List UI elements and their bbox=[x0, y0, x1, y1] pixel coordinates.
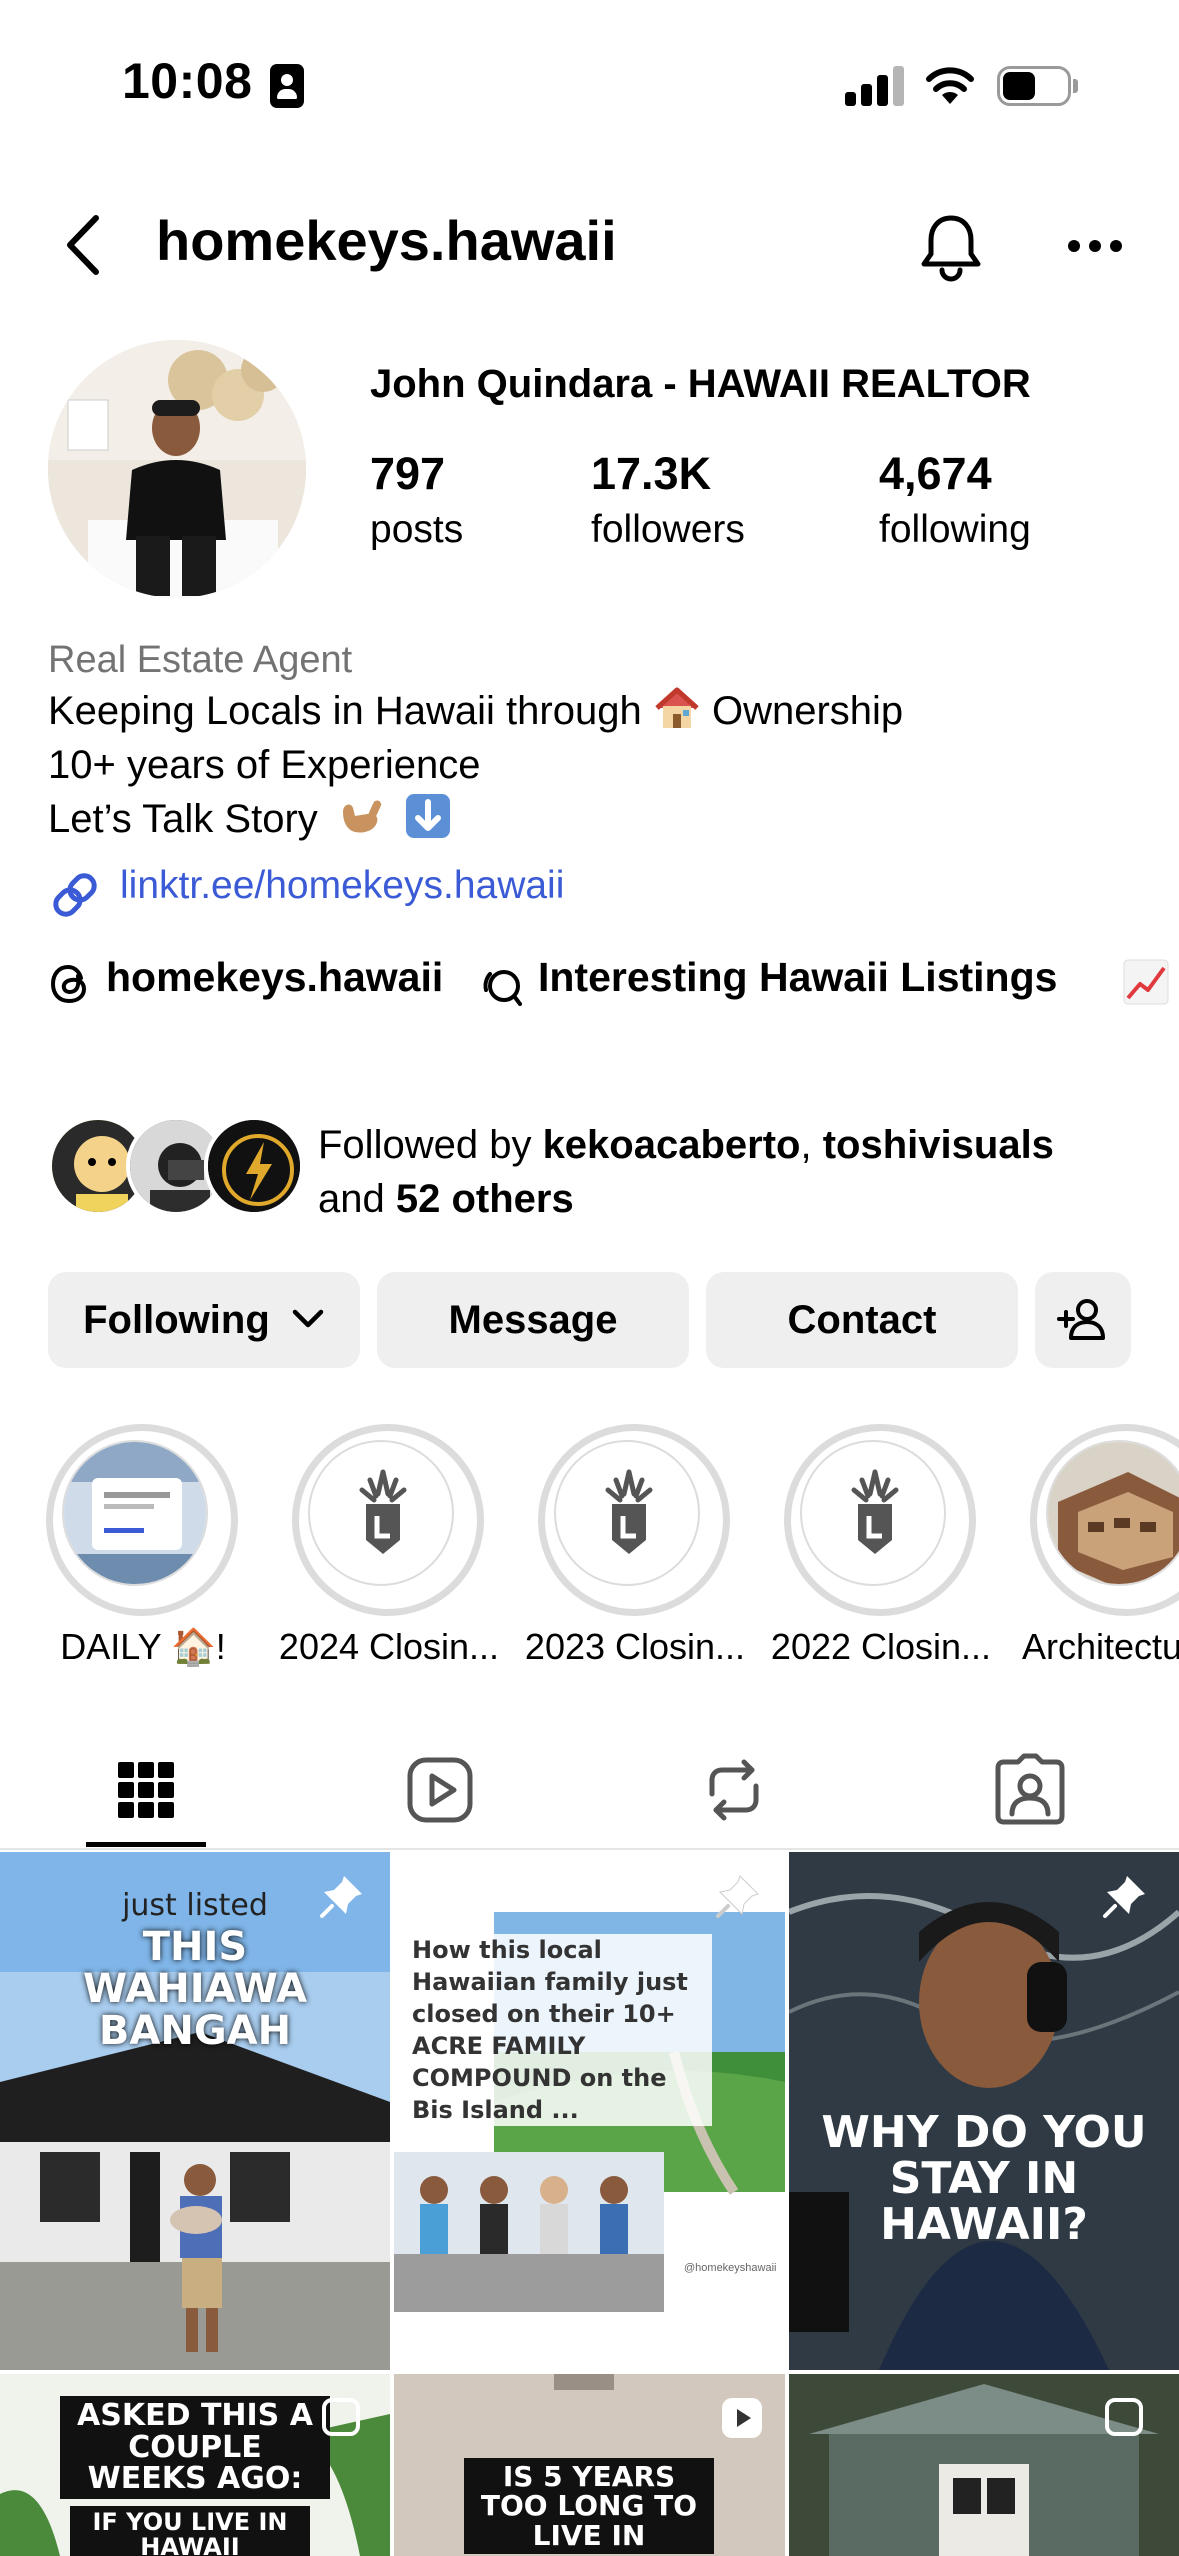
status-bar: 10:08 bbox=[0, 0, 1179, 170]
post-tile[interactable] bbox=[789, 2374, 1179, 2556]
profile-full-name: John Quindara - HAWAII REALTOR bbox=[370, 362, 1031, 406]
bio-line-1-start: Keeping Locals in Hawaii through bbox=[48, 689, 642, 733]
down-arrow-emoji-icon bbox=[406, 794, 451, 838]
highlight-label: Architectu bbox=[1022, 1626, 1179, 1667]
followed-by-separator: , bbox=[800, 1123, 812, 1167]
profile-link-text[interactable]: linktr.ee/homekeys.hawaii bbox=[120, 864, 564, 908]
post-caption-text: WHY DO YOU STAY IN HAWAII? bbox=[821, 2107, 1147, 2251]
link-icon bbox=[53, 873, 97, 917]
profile-chips: homekeys.hawaii Interesting Hawaii Listi… bbox=[48, 952, 1169, 1014]
back-chevron-icon[interactable] bbox=[58, 210, 108, 280]
cellular-signal-icon bbox=[845, 66, 905, 106]
followed-by-user-2: toshivisuals bbox=[822, 1123, 1054, 1167]
stat-posts-label: posts bbox=[370, 508, 464, 551]
stat-followers-count: 17.3K bbox=[591, 448, 712, 499]
post-caption-title: How this local Hawaiian family just clos… bbox=[412, 1934, 712, 2126]
highlight-label: 2022 Closin... bbox=[770, 1626, 992, 1667]
post-tile[interactable]: just listed THIS WAHIAWA BANGAH bbox=[0, 1852, 390, 2370]
highlight-cover-daily bbox=[62, 1440, 208, 1586]
posts-grid: just listed THIS WAHIAWA BANGAH How this… bbox=[0, 1852, 1179, 2556]
pinned-icon bbox=[320, 1876, 362, 1918]
pinned-icon bbox=[1103, 1876, 1145, 1918]
reel-play-icon bbox=[722, 2398, 762, 2438]
pineapple-logo-icon bbox=[554, 1440, 700, 1586]
reposts-tab-icon[interactable] bbox=[694, 1750, 774, 1830]
stat-posts-count: 797 bbox=[370, 448, 446, 499]
notification-bell-icon[interactable] bbox=[918, 212, 984, 282]
followed-by-text: Followed by kekoacaberto, toshivisuals a… bbox=[318, 1118, 1054, 1226]
add-person-icon bbox=[1057, 1299, 1105, 1340]
clip-icon bbox=[1105, 2398, 1143, 2436]
post-caption-title: IS 5 YEARS TOO LONG TO LIVE IN bbox=[464, 2458, 714, 2555]
highlight-label: DAILY 🏠! bbox=[60, 1626, 226, 1667]
post-tile[interactable]: How this local Hawaiian family just clos… bbox=[394, 1852, 785, 2370]
active-tab-indicator bbox=[86, 1842, 206, 1847]
post-credit: @homekeyshawaii bbox=[684, 2262, 777, 2274]
profile-tabs bbox=[0, 1730, 1179, 1850]
followed-by-row[interactable]: Followed by kekoacaberto, toshivisuals a… bbox=[48, 1116, 1158, 1221]
grid-posts-tab-icon[interactable] bbox=[106, 1750, 186, 1830]
tagged-tab-icon[interactable] bbox=[990, 1750, 1070, 1830]
post-tile[interactable]: WHY DO YOU STAY IN HAWAII? bbox=[789, 1852, 1179, 2370]
followed-by-and: and bbox=[318, 1177, 385, 1221]
follower-avatar-3 bbox=[204, 1116, 304, 1216]
post-caption-sub: IF YOU LIVE IN HAWAII bbox=[70, 2506, 310, 2556]
pinned-icon bbox=[716, 1875, 759, 1918]
suggested-people-button[interactable] bbox=[1035, 1272, 1131, 1368]
shaka-hand-emoji-icon bbox=[342, 800, 382, 833]
chart-increasing-emoji-icon bbox=[1123, 959, 1169, 1005]
clip-icon bbox=[322, 2398, 360, 2436]
post-tile[interactable]: IS 5 YEARS TOO LONG TO LIVE IN bbox=[394, 2374, 785, 2556]
wifi-icon bbox=[926, 67, 974, 104]
bio-line-3-text: Let’s Talk Story bbox=[48, 797, 318, 841]
bio-line-2: 10+ years of Experience bbox=[48, 743, 481, 787]
pineapple-logo-icon bbox=[800, 1440, 946, 1586]
profile-username: homekeys.hawaii bbox=[156, 209, 617, 272]
stat-posts[interactable]: 797 posts bbox=[370, 448, 463, 552]
stat-followers[interactable]: 17.3K followers bbox=[591, 448, 745, 552]
contact-card-icon bbox=[270, 64, 304, 108]
channel-name: Interesting Hawaii Listings bbox=[538, 954, 1058, 1000]
threads-icon bbox=[50, 964, 87, 1004]
message-button[interactable]: Message bbox=[377, 1272, 689, 1368]
highlight-cover-architecture bbox=[1046, 1440, 1179, 1586]
battery-icon bbox=[997, 66, 1078, 106]
following-button-label: Following bbox=[83, 1298, 270, 1342]
bio-line-1-end: Ownership bbox=[711, 689, 904, 733]
pineapple-logo-icon bbox=[308, 1440, 454, 1586]
stat-following[interactable]: 4,674 following bbox=[879, 448, 1031, 552]
following-button[interactable]: Following bbox=[48, 1272, 360, 1368]
post-caption-title: THIS WAHIAWA BANGAH bbox=[82, 1924, 308, 2054]
reels-tab-icon[interactable] bbox=[400, 1750, 480, 1830]
profile-category: Real Estate Agent bbox=[48, 639, 353, 681]
status-time: 10:08 bbox=[122, 53, 253, 109]
post-caption-title: WHY DO YOU STAY IN HAWAII? bbox=[809, 2107, 1159, 2251]
followed-by-others: 52 others bbox=[395, 1177, 574, 1221]
profile-bio: Real Estate Agent Keeping Locals in Hawa… bbox=[48, 636, 1148, 846]
more-options-icon[interactable] bbox=[1068, 240, 1122, 254]
post-tile[interactable]: ASKED THIS A COUPLE WEEKS AGO: IF YOU LI… bbox=[0, 2374, 390, 2556]
bio-line-1: Keeping Locals in Hawaii through Ownersh… bbox=[48, 684, 1148, 738]
bio-line-3: Let’s Talk Story bbox=[48, 792, 1148, 846]
threads-handle: homekeys.hawaii bbox=[106, 954, 444, 1000]
followed-by-user-1: kekoacaberto bbox=[542, 1123, 801, 1167]
highlight-label: 2023 Closin... bbox=[524, 1626, 746, 1667]
followed-by-prefix: Followed by bbox=[318, 1123, 532, 1167]
broadcast-channel-icon bbox=[483, 970, 522, 1006]
highlight-label: 2024 Closin... bbox=[278, 1626, 500, 1667]
stat-following-label: following bbox=[879, 508, 1031, 551]
stat-following-count: 4,674 bbox=[879, 448, 992, 499]
chevron-down-icon bbox=[292, 1309, 324, 1328]
post-caption-title: ASKED THIS A COUPLE WEEKS AGO: bbox=[60, 2396, 330, 2499]
contact-button[interactable]: Contact bbox=[706, 1272, 1018, 1368]
stat-followers-label: followers bbox=[591, 508, 745, 551]
profile-header: homekeys.hawaii bbox=[0, 190, 1179, 300]
profile-avatar[interactable] bbox=[48, 340, 306, 598]
house-emoji-icon bbox=[655, 687, 699, 728]
